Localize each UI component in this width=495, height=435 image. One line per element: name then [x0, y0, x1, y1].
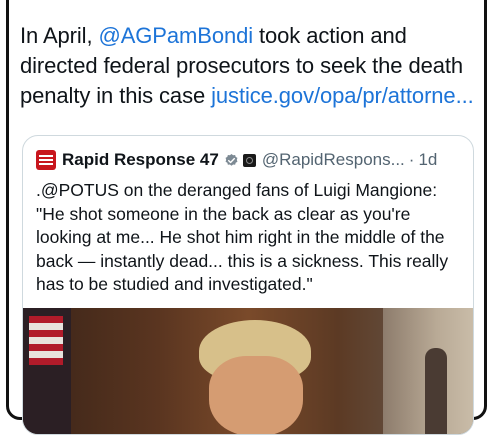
- post-text: In April, @AGPamBondi took action and di…: [20, 21, 480, 111]
- post-text-lead: In April,: [20, 23, 99, 48]
- separator: ·: [408, 150, 415, 169]
- quoted-post-header: Rapid Response 47 @RapidRespons... · 1d: [36, 148, 465, 172]
- person-face: [209, 356, 303, 434]
- avatar[interactable]: [36, 150, 56, 170]
- quoted-post-media[interactable]: [23, 308, 473, 434]
- handle[interactable]: @RapidRespons...: [262, 150, 405, 170]
- quoted-post-card[interactable]: Rapid Response 47 @RapidRespons... · 1d …: [22, 135, 474, 435]
- timestamp[interactable]: 1d: [418, 150, 437, 170]
- verified-badge-icon: [225, 153, 238, 166]
- quoted-post-text: .@POTUS on the deranged fans of Luigi Ma…: [36, 180, 449, 294]
- government-badge-icon: [242, 153, 256, 167]
- display-name[interactable]: Rapid Response 47: [62, 150, 219, 170]
- flag-graphic: [23, 308, 71, 434]
- background-statue: [425, 348, 447, 434]
- mention-link[interactable]: @AGPamBondi: [98, 23, 253, 48]
- url-link[interactable]: justice.gov/opa/pr/attorne...: [211, 83, 474, 108]
